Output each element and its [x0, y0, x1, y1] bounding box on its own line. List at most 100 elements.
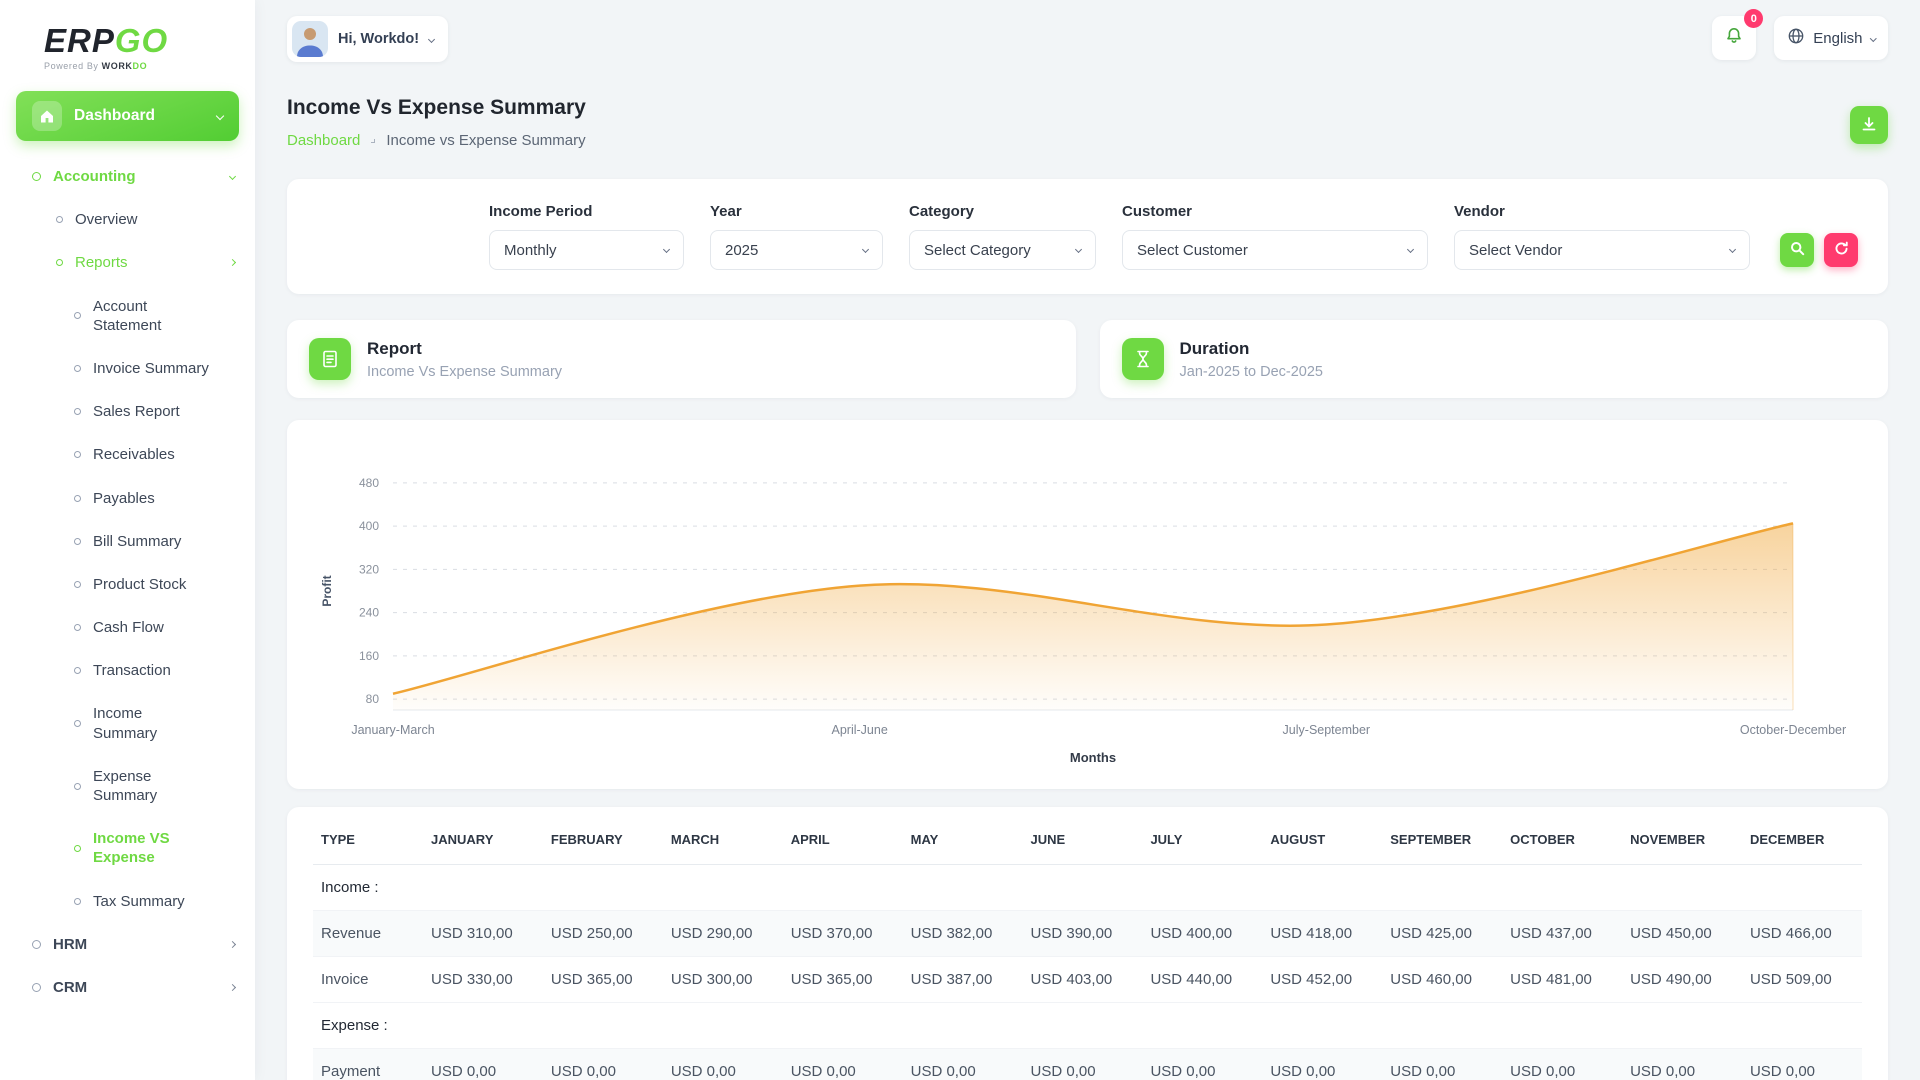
- cell-value: USD 365,00: [782, 956, 903, 1003]
- duration-card-title: Duration: [1179, 338, 1250, 358]
- cell-value: USD 0,00: [542, 1048, 663, 1080]
- sidebar-item-receivables[interactable]: Receivables: [0, 433, 255, 476]
- workdo-accent-text: DO: [132, 61, 148, 71]
- circle-icon: [74, 408, 81, 416]
- sidebar-item-dashboard[interactable]: Dashboard: [16, 91, 239, 141]
- cell-value: USD 466,00: [1741, 910, 1862, 957]
- main-content: Hi, Workdo! 0 English Income Vs Expense …: [255, 0, 1920, 1080]
- dashboard-label: Dashboard: [74, 107, 155, 124]
- sidebar-item-accounting[interactable]: Accounting: [0, 155, 255, 198]
- cell-value: USD 0,00: [782, 1048, 903, 1080]
- category-select[interactable]: Select Category: [909, 230, 1096, 270]
- circle-icon: [74, 897, 81, 905]
- breadcrumb-dashboard-link[interactable]: Dashboard: [287, 132, 360, 149]
- table-head: TYPE JANUARY FEBRUARY MARCH APRIL MAY JUNE JULY…: [313, 811, 1862, 865]
- report-card-title: Report: [367, 338, 422, 358]
- row-type-label: Revenue: [313, 910, 423, 957]
- income-period-value: Monthly: [504, 241, 557, 259]
- filter-actions: [1780, 233, 1858, 267]
- customer-select[interactable]: Select Customer: [1122, 230, 1428, 270]
- cell-value: USD 490,00: [1622, 956, 1742, 1003]
- header-actions: 0 English: [1712, 9, 1888, 60]
- cell-value: USD 250,00: [542, 910, 663, 957]
- sidebar-item-tax-summary[interactable]: Tax Summary: [0, 880, 255, 923]
- circle-icon: [74, 844, 81, 852]
- cell-value: USD 370,00: [782, 910, 903, 957]
- income-period-select[interactable]: Monthly: [489, 230, 684, 270]
- app-logo: ERPGO Powered By WORKDO: [0, 0, 255, 79]
- cell-value: USD 418,00: [1262, 910, 1383, 957]
- circle-icon: [32, 983, 41, 993]
- sidebar-item-hrm[interactable]: HRM: [0, 923, 255, 966]
- sidebar-item-crm[interactable]: CRM: [0, 966, 255, 1009]
- table-section-income: Income :: [313, 864, 1862, 911]
- x-tick-label: October-December: [1740, 723, 1846, 737]
- sidebar-item-income-vs-expense[interactable]: Income VS Expense: [0, 817, 255, 879]
- user-menu[interactable]: Hi, Workdo!: [287, 16, 449, 62]
- sidebar-item-cash-flow[interactable]: Cash Flow: [0, 606, 255, 649]
- circle-icon: [74, 312, 81, 320]
- year-label: Year: [710, 203, 742, 220]
- cell-value: USD 310,00: [423, 910, 543, 957]
- logo-text-accent: GO: [114, 22, 169, 59]
- cell-value: USD 0,00: [1622, 1048, 1742, 1080]
- sidebar-item-overview[interactable]: Overview: [0, 198, 255, 241]
- search-icon: [1790, 241, 1805, 259]
- cell-value: USD 387,00: [902, 956, 1023, 1003]
- sidebar-item-label: Sales Report: [93, 403, 180, 421]
- row-type-label: Payment: [313, 1048, 423, 1080]
- sidebar-item-income-summary[interactable]: Income Summary: [0, 692, 255, 754]
- cell-value: USD 0,00: [902, 1048, 1023, 1080]
- sidebar-item-invoice-summary[interactable]: Invoice Summary: [0, 347, 255, 390]
- language-label: English: [1813, 29, 1863, 47]
- notifications-button[interactable]: 0: [1712, 9, 1764, 60]
- sidebar-item-label: Accounting: [53, 168, 136, 185]
- sidebar-item-account-statement[interactable]: Account Statement: [0, 285, 255, 347]
- circle-icon: [32, 172, 41, 182]
- cell-value: USD 481,00: [1502, 956, 1623, 1003]
- chevron-right-icon: [228, 983, 237, 992]
- vendor-label: Vendor: [1454, 203, 1505, 220]
- sidebar-item-payables[interactable]: Payables: [0, 477, 255, 520]
- sidebar-item-transaction[interactable]: Transaction: [0, 649, 255, 692]
- col-header-april: APRIL: [782, 811, 903, 865]
- sidebar-item-label: Tax Summary: [93, 892, 185, 910]
- download-button[interactable]: [1850, 106, 1888, 144]
- sidebar-item-label: Income Summary: [93, 705, 158, 742]
- reset-button[interactable]: [1824, 233, 1858, 267]
- cell-value: USD 390,00: [1022, 910, 1143, 957]
- year-filter: Year 2025: [710, 203, 883, 270]
- col-header-december: DECEMBER: [1741, 811, 1862, 865]
- chevron-right-icon: [228, 259, 237, 267]
- notification-icon: [1724, 26, 1744, 51]
- category-filter: Category Select Category: [909, 203, 1096, 270]
- y-tick-label: 240: [359, 606, 379, 620]
- chevron-down-icon: [428, 35, 436, 43]
- sidebar-item-label: Income VS Expense: [93, 830, 170, 867]
- chevron-down-icon: [1074, 245, 1083, 253]
- sidebar-menu: Accounting Overview Reports Account Stateme…: [0, 149, 255, 1015]
- x-tick-label: April-June: [832, 723, 888, 737]
- sidebar-item-expense-summary[interactable]: Expense Summary: [0, 755, 255, 817]
- sidebar-item-product-stock[interactable]: Product Stock: [0, 563, 255, 606]
- y-tick-label: 320: [359, 562, 379, 576]
- language-selector[interactable]: English: [1774, 16, 1888, 60]
- cell-value: USD 440,00: [1142, 956, 1263, 1003]
- circle-icon: [56, 216, 63, 224]
- cell-value: USD 365,00: [542, 956, 663, 1003]
- sidebar-item-sales-report[interactable]: Sales Report: [0, 390, 255, 433]
- cell-value: USD 0,00: [1741, 1048, 1862, 1080]
- cell-value: USD 300,00: [662, 956, 783, 1003]
- year-select[interactable]: 2025: [710, 230, 883, 270]
- cell-value: USD 0,00: [1142, 1048, 1263, 1080]
- sidebar-item-reports[interactable]: Reports: [0, 241, 255, 284]
- sidebar-item-label: Expense Summary: [93, 767, 158, 804]
- circle-icon: [74, 782, 81, 790]
- sidebar-item-bill-summary[interactable]: Bill Summary: [0, 520, 255, 563]
- table-section-title: Income :: [313, 864, 1862, 911]
- user-greeting: Hi, Workdo!: [338, 31, 420, 47]
- breadcrumb-current: Income vs Expense Summary: [386, 132, 586, 149]
- search-button[interactable]: [1780, 233, 1814, 267]
- vendor-select[interactable]: Select Vendor: [1454, 230, 1750, 270]
- workdo-text: WORK: [101, 61, 133, 71]
